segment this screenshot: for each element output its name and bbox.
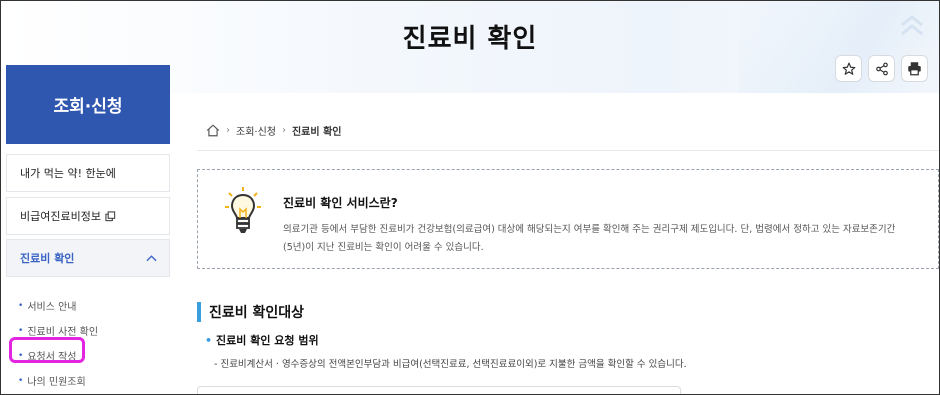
bullet-icon: • [18, 325, 24, 336]
sidebar-item-fee-check[interactable]: 진료비 확인 [6, 239, 170, 277]
sub-heading-text: 진료비 확인 요청 범위 [216, 334, 319, 347]
bullet-icon: • [205, 334, 213, 347]
notice-line: (5년)이 지난 진료비는 확인이 어려울 수 있습니다. [283, 242, 484, 253]
favorite-button[interactable] [835, 55, 862, 82]
sidebar-title: 조회·신청 [6, 65, 170, 144]
star-icon [842, 62, 855, 75]
notice-title: 진료비 확인 서비스란? [283, 196, 398, 210]
notice-line: 의료기관 등에서 부담한 진료비가 건강보험(의료급여) 대상에 해당되는지 여… [283, 224, 896, 235]
lightbulb-icon [225, 187, 261, 233]
share-icon [875, 62, 888, 75]
notice-body: 의료기관 등에서 부담한 진료비가 건강보험(의료급여) 대상에 해당되는지 여… [283, 221, 933, 257]
page-title: 진료비 확인 [402, 24, 538, 54]
sidebar-item-non-covered-info[interactable]: 비급여진료비정보 [6, 197, 170, 235]
sub-heading: • 진료비 확인 요청 범위 [205, 332, 319, 348]
submenu-item-service-guide[interactable]: • 서비스 안내 [18, 293, 168, 318]
submenu-item-my-complaints[interactable]: • 나의 민원조회 [18, 368, 168, 393]
print-icon [908, 62, 921, 76]
breadcrumb-level1[interactable]: 조회·신청 [236, 123, 276, 138]
chevron-up-icon [146, 255, 157, 262]
highlight-annotation [9, 337, 85, 363]
submenu-item-label: 진료비 사전 확인 [27, 327, 99, 338]
page-frame: 진료비 확인 조회·신청 내가 먹는 약! 한눈에 비급여진료비정보 진료비 확… [0, 0, 940, 395]
external-link-icon [105, 210, 116, 221]
sidebar-item-label: 비급여진료비정보 [20, 210, 101, 223]
bullet-icon: • [18, 300, 24, 311]
submenu-item-label: 서비스 안내 [27, 302, 77, 313]
content-box [197, 386, 681, 394]
sidebar-item-label: 내가 먹는 약! 한눈에 [20, 167, 116, 180]
bullet-icon: • [18, 375, 24, 386]
description-text: - 진료비계산서 · 영수증상의 전액본인부담과 비급여(선택진료료, 선택진료… [214, 359, 687, 370]
share-button[interactable] [868, 55, 895, 82]
section-title: 진료비 확인대상 [197, 302, 304, 322]
divider [197, 150, 939, 151]
chevron-right-icon: › [226, 124, 230, 136]
home-icon[interactable] [206, 123, 220, 137]
breadcrumb: › 조회·신청 › 진료비 확인 [206, 122, 341, 138]
chevron-right-icon: › [281, 124, 286, 136]
sidebar-item-my-medicine[interactable]: 내가 먹는 약! 한눈에 [6, 154, 170, 192]
breadcrumb-current: 진료비 확인 [291, 126, 342, 138]
submenu-item-label: 나의 민원조회 [27, 377, 86, 388]
sidebar-item-label: 진료비 확인 [20, 252, 75, 265]
print-button[interactable] [901, 55, 928, 82]
